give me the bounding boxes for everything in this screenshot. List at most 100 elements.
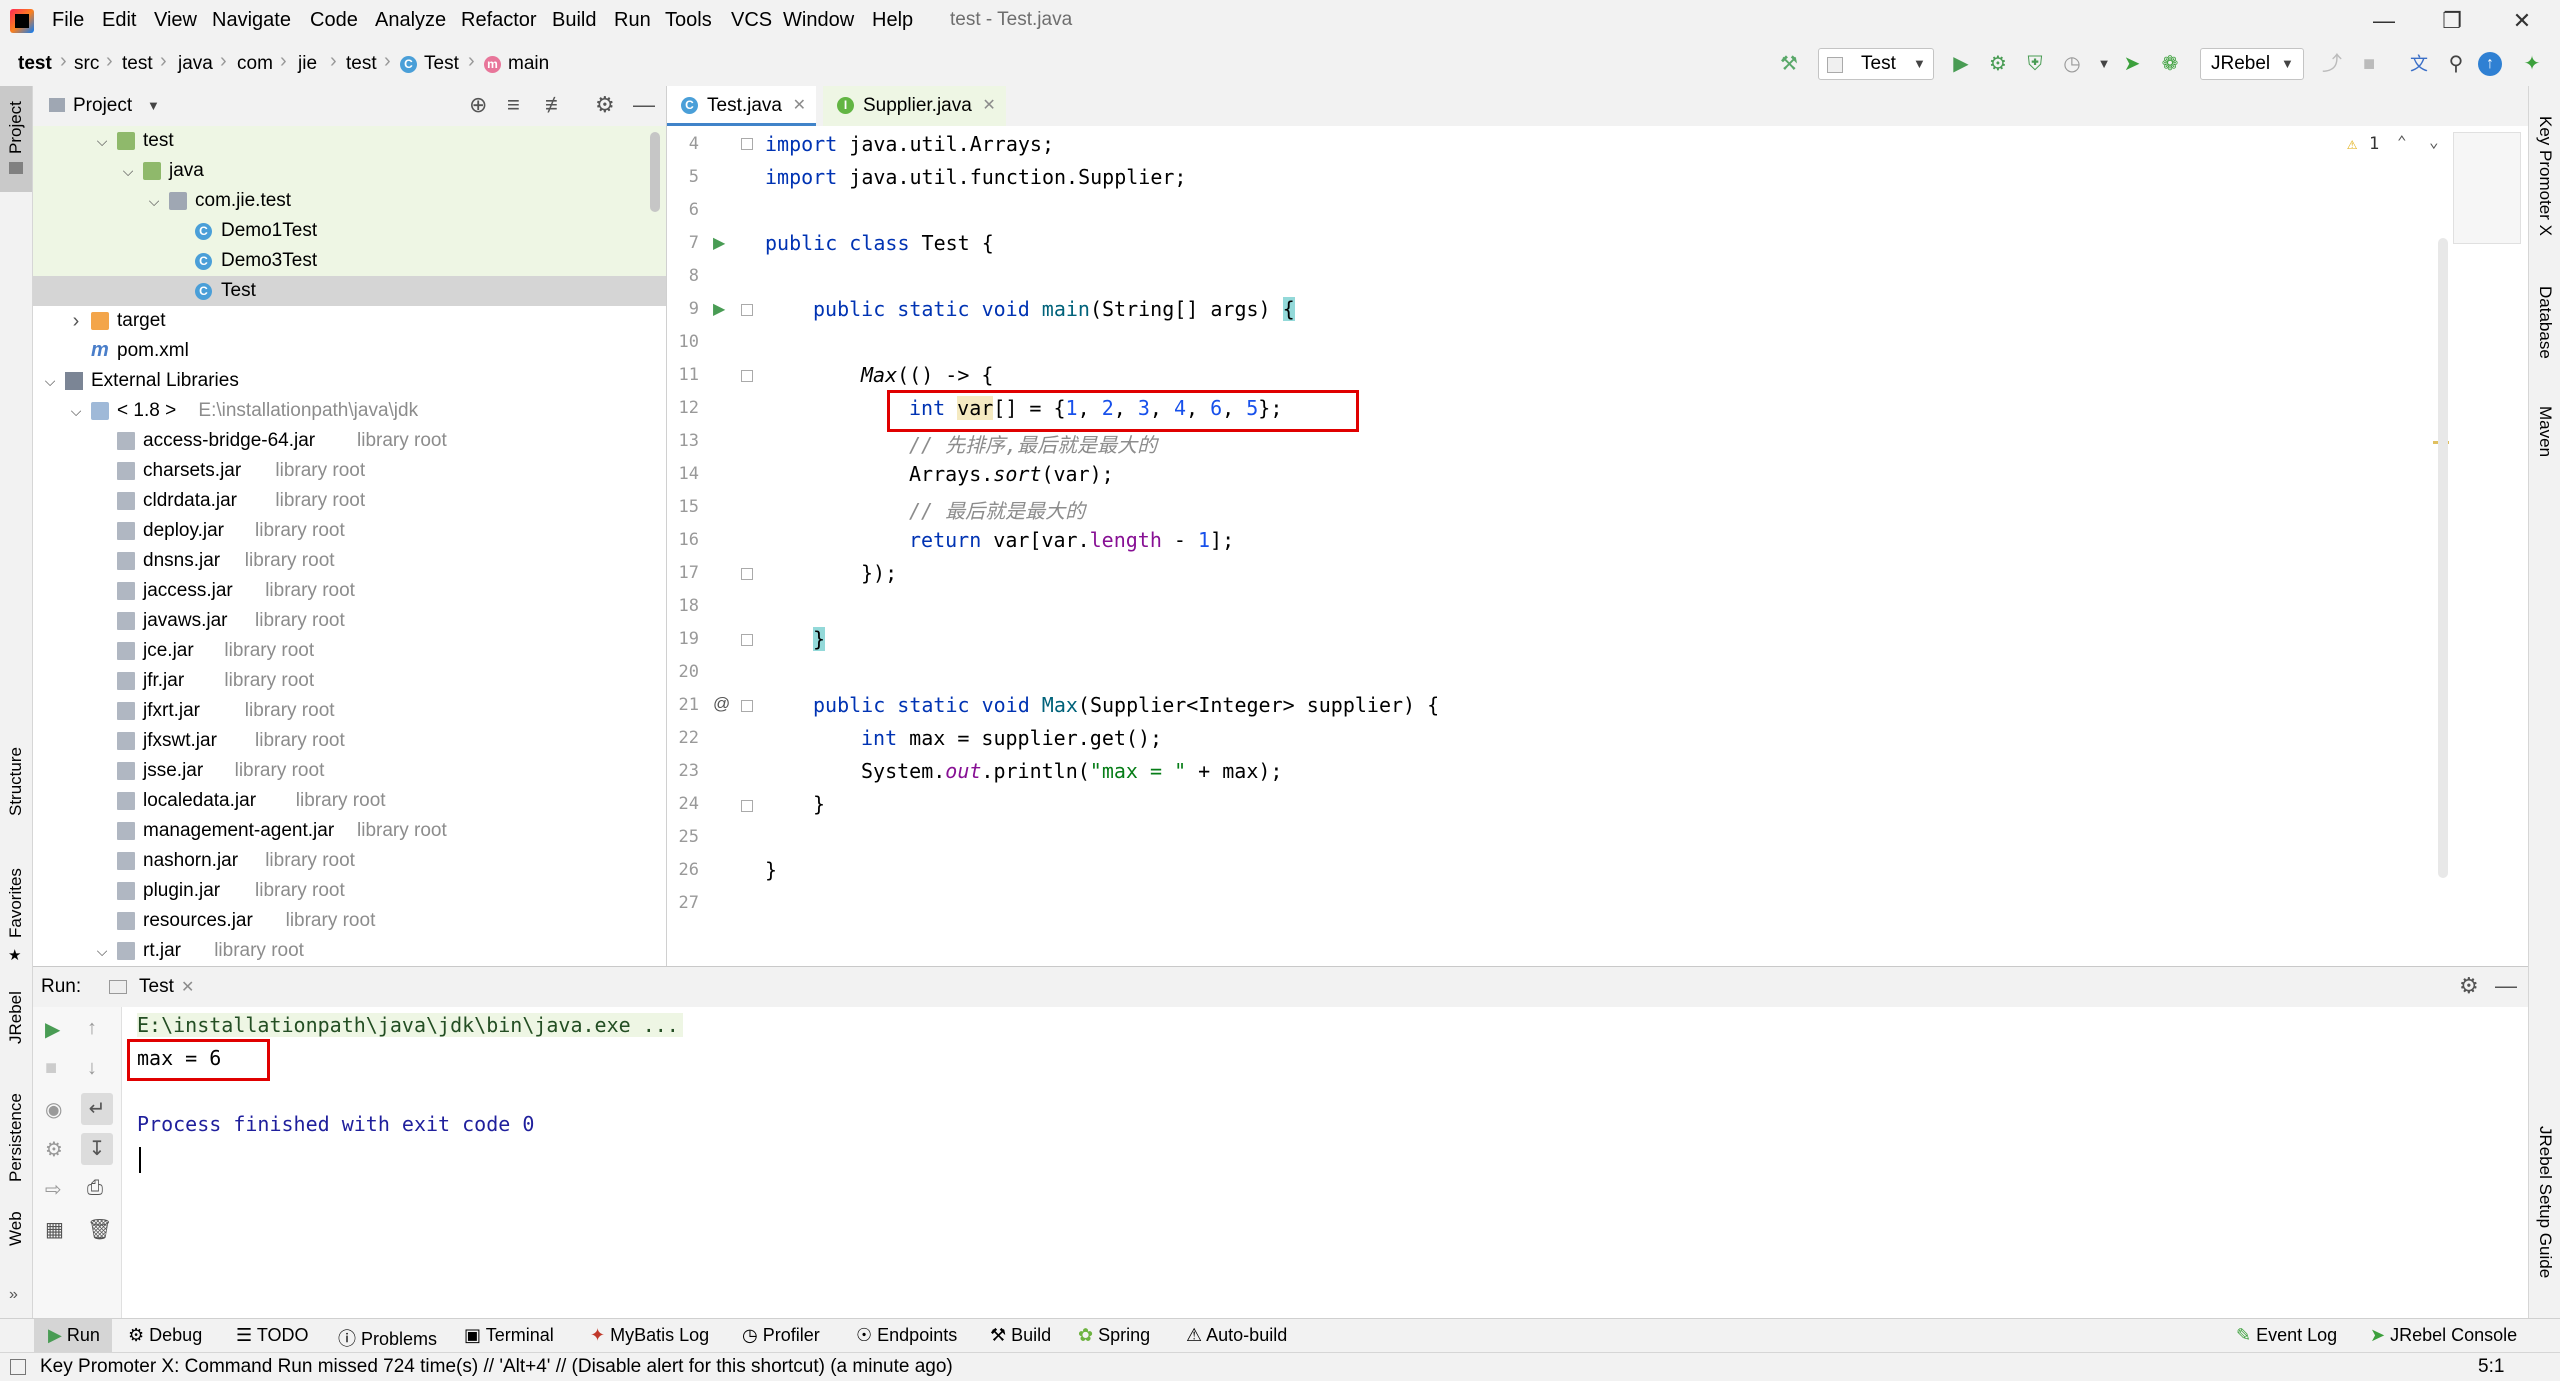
tree-item[interactable]: ⌵ rt.jar library root (33, 936, 666, 966)
tree-item[interactable]: javaws.jar library root (33, 606, 666, 636)
project-panel-title[interactable]: Project (73, 95, 132, 117)
chevron-down-icon[interactable]: ⌵ (67, 396, 85, 426)
web-tool-label[interactable]: Web (6, 1211, 26, 1246)
tree-item[interactable]: management-agent.jar library root (33, 816, 666, 846)
run-gutter-icon[interactable]: ▶ (713, 299, 725, 319)
jrebel-setup-guide-label[interactable]: JRebel Setup Guide (2535, 1126, 2555, 1278)
fold-icon[interactable] (741, 304, 753, 316)
scrollbar-thumb[interactable] (650, 132, 660, 212)
menu-tools[interactable]: Tools (665, 9, 712, 32)
breadcrumb-test[interactable]: test (122, 53, 153, 75)
status-panel-icon[interactable] (10, 1359, 26, 1375)
expand-all-icon[interactable]: ≡ (507, 92, 520, 118)
chevron-down-icon[interactable]: ▼ (2090, 50, 2118, 78)
tree-item[interactable]: m pom.xml (33, 336, 666, 366)
key-promoter-tool-label[interactable]: Key Promoter X (2535, 116, 2555, 236)
tree-item[interactable]: charsets.jar library root (33, 456, 666, 486)
spring-tool-button[interactable]: ✿ Spring (1078, 1325, 1150, 1346)
chevron-down-icon[interactable]: ⌄ (2429, 132, 2439, 151)
stop-icon[interactable]: ■ (45, 1057, 57, 1080)
hide-panel-icon[interactable]: — (633, 92, 655, 118)
hide-panel-icon[interactable]: — (2495, 973, 2517, 999)
tree-item[interactable]: ⌵ java (33, 156, 666, 186)
tree-item[interactable]: ⌵ com.jie.test (33, 186, 666, 216)
menu-file[interactable]: File (52, 9, 84, 32)
breadcrumb-src[interactable]: src (74, 53, 99, 75)
console-output[interactable]: E:\installationpath\java\jdk\bin\java.ex… (122, 1007, 2528, 1318)
auto-build-tool-button[interactable]: ⚠ Auto-build (1186, 1325, 1287, 1346)
run-tab-test[interactable]: Test (139, 976, 174, 998)
problems-tool-button[interactable]: ⓘ Problems (338, 1325, 437, 1351)
tree-item[interactable]: jsse.jar library root (33, 756, 666, 786)
tree-item[interactable]: jfxrt.jar library root (33, 696, 666, 726)
menu-vcs[interactable]: VCS (731, 9, 772, 32)
debug-icon[interactable]: ⚙ (1984, 50, 2012, 78)
minimap[interactable] (2453, 132, 2521, 244)
chevron-down-icon[interactable]: ⌵ (93, 126, 111, 156)
menu-run[interactable]: Run (614, 9, 651, 32)
locate-icon[interactable]: ⊕ (469, 92, 487, 118)
layout-icon[interactable]: ▦ (45, 1217, 64, 1242)
close-icon[interactable]: ✕ (793, 86, 806, 126)
breadcrumb-jie[interactable]: jie (298, 53, 317, 75)
run-icon[interactable]: ▶ (1947, 50, 1975, 78)
terminal-tool-button[interactable]: ▣ Terminal (464, 1325, 554, 1346)
chevron-right-icon[interactable]: › (67, 306, 85, 336)
jrebel-debug-icon[interactable]: ❁ (2156, 50, 2184, 78)
chevron-down-icon[interactable]: ⌵ (119, 156, 137, 186)
tab-test-java[interactable]: C Test.java ✕ (667, 86, 816, 126)
breadcrumb-java[interactable]: java (178, 53, 213, 75)
caret-position[interactable]: 5:1 (2478, 1356, 2504, 1378)
fold-icon[interactable] (741, 634, 753, 646)
code-editor[interactable]: import java.util.Arrays; import java.uti… (757, 126, 2528, 966)
tree-item[interactable]: ⌵ External Libraries (33, 366, 666, 396)
tree-item[interactable]: localedata.jar library root (33, 786, 666, 816)
chevron-up-icon[interactable]: ⌃ (2397, 132, 2407, 151)
debug-tool-button[interactable]: ⚙ Debug (128, 1325, 202, 1346)
menu-edit[interactable]: Edit (102, 9, 136, 32)
attach-icon[interactable]: ⤴ (2318, 50, 2346, 78)
coverage-icon[interactable]: ⛨ (2021, 50, 2049, 78)
warning-count[interactable]: 1 (2369, 134, 2379, 154)
tree-item[interactable]: jce.jar library root (33, 636, 666, 666)
tree-item[interactable]: cldrdata.jar library root (33, 486, 666, 516)
scroll-to-end-icon[interactable]: ↧ (81, 1133, 113, 1165)
breadcrumb-test-pkg[interactable]: test (346, 53, 377, 75)
collapse-all-icon[interactable]: ≢ (545, 92, 567, 118)
close-icon[interactable]: ✕ (181, 977, 194, 997)
jrebel-tool-label[interactable]: JRebel (6, 991, 26, 1044)
jrebel-console-tool-button[interactable]: ➤ JRebel Console (2370, 1325, 2517, 1346)
minimize-button[interactable]: — (2356, 4, 2412, 38)
build-tool-button[interactable]: ⚒ Build (990, 1325, 1051, 1346)
breadcrumb-com[interactable]: com (237, 53, 273, 75)
close-icon[interactable]: ✕ (982, 86, 995, 126)
tree-item[interactable]: dnsns.jar library root (33, 546, 666, 576)
run-config-select[interactable]: Test ▼ (1818, 48, 1934, 80)
build-hammer-icon[interactable]: ⚒ (1775, 50, 1803, 78)
fold-icon[interactable] (741, 138, 753, 150)
tree-item[interactable]: ⌵ test (33, 126, 666, 156)
maven-tool-label[interactable]: Maven (2535, 406, 2555, 457)
menu-window[interactable]: Window (783, 9, 854, 32)
rerun-icon[interactable]: ▶ (45, 1017, 60, 1042)
fold-icon[interactable] (741, 568, 753, 580)
fold-icon[interactable] (741, 800, 753, 812)
menu-code[interactable]: Code (310, 9, 358, 32)
camera-icon[interactable]: ◉ (45, 1097, 62, 1122)
maximize-button[interactable]: ❐ (2424, 4, 2480, 38)
breadcrumb-class[interactable]: Test (424, 53, 459, 75)
tree-item[interactable]: ⌵ < 1.8 > E:\installationpath\java\jdk (33, 396, 666, 426)
chevron-down-icon[interactable]: ⌵ (145, 186, 163, 216)
editor-scrollbar[interactable] (2438, 238, 2448, 878)
tree-item[interactable]: C Demo1Test (33, 216, 666, 246)
tree-item[interactable]: plugin.jar library root (33, 876, 666, 906)
tree-item[interactable]: › target (33, 306, 666, 336)
login-icon[interactable]: ⇨ (45, 1177, 62, 1202)
menu-refactor[interactable]: Refactor (461, 9, 537, 32)
trash-icon[interactable]: 🗑 (87, 1217, 112, 1242)
database-tool-label[interactable]: Database (2535, 286, 2555, 359)
tree-item[interactable]: jfxswt.jar library root (33, 726, 666, 756)
persistence-tool-label[interactable]: Persistence (6, 1093, 26, 1182)
event-log-tool-button[interactable]: ✎ Event Log (2236, 1325, 2337, 1346)
jrebel-config-select[interactable]: JRebel ▼ (2200, 48, 2304, 80)
